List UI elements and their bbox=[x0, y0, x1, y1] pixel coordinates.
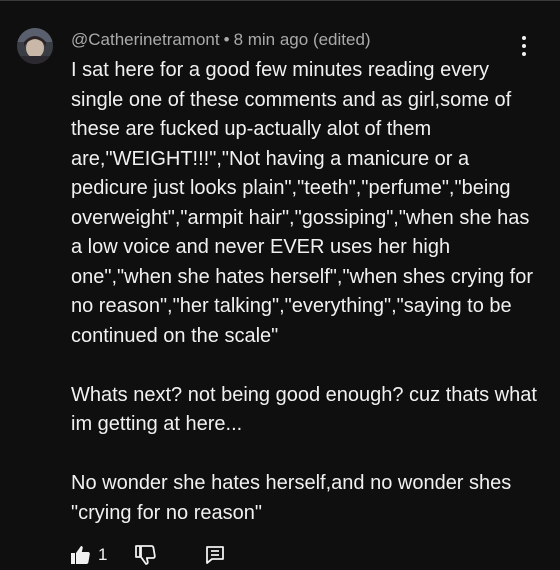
comment-action-bar: 1 bbox=[68, 540, 227, 570]
author-name[interactable]: @Catherinetramont bbox=[71, 30, 220, 49]
comment-paragraph: Whats next? not being good enough? cuz t… bbox=[71, 383, 537, 436]
thumb-up-icon bbox=[71, 546, 90, 564]
reply-button[interactable] bbox=[203, 543, 227, 567]
avatar-image bbox=[17, 28, 53, 64]
dislike-button[interactable] bbox=[133, 543, 157, 567]
more-vert-icon bbox=[522, 36, 526, 40]
like-count: 1 bbox=[98, 545, 108, 564]
comment-paragraph: No wonder she hates herself,and no wonde… bbox=[71, 472, 512, 524]
comment-header: @Catherinetramont • 8 min ago (edited) bbox=[71, 30, 371, 50]
thumb-down-icon bbox=[135, 545, 157, 565]
comment-paragraph: I sat here for a good few minutes readin… bbox=[71, 59, 533, 347]
avatar[interactable] bbox=[17, 28, 53, 64]
comment-reply-icon bbox=[206, 546, 225, 564]
more-vert-icon-dot bbox=[522, 44, 526, 48]
more-actions-button[interactable] bbox=[512, 34, 536, 58]
top-divider bbox=[0, 0, 560, 1]
header-separator: • bbox=[223, 30, 230, 49]
comment-text: I sat here for a good few minutes readin… bbox=[71, 56, 541, 528]
like-button[interactable]: 1 bbox=[68, 543, 107, 567]
comment-timestamp[interactable]: 8 min ago (edited) bbox=[234, 30, 371, 49]
